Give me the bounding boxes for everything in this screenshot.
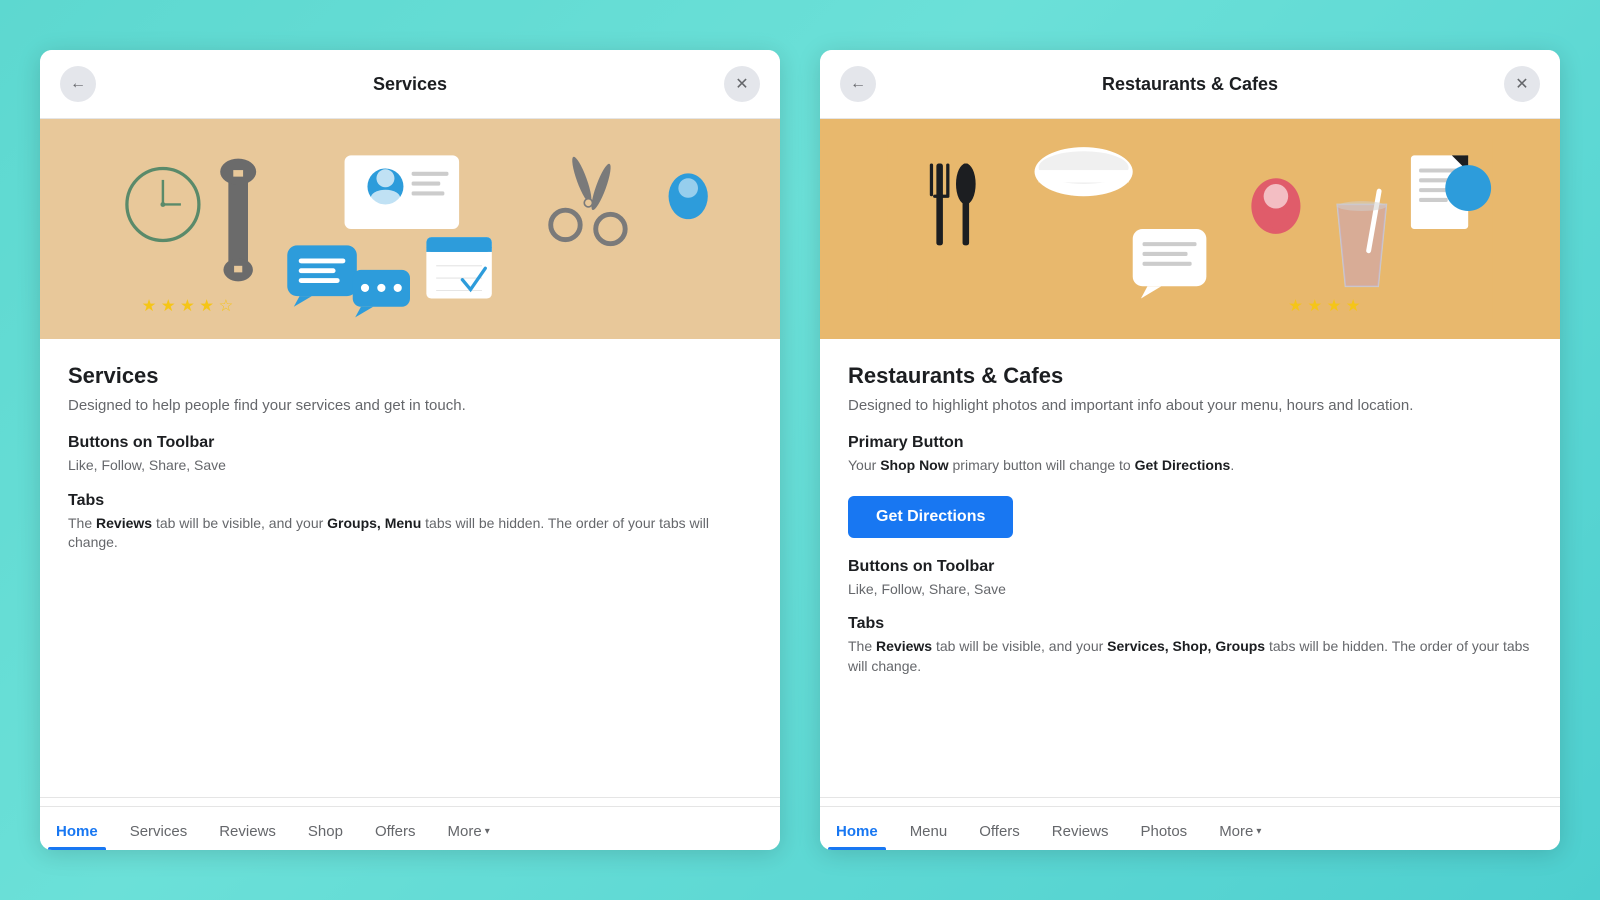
card1-header: ← Services ✕ xyxy=(40,50,780,119)
card1-buttons-title: Buttons on Toolbar xyxy=(68,434,752,452)
tab2-more[interactable]: More ▾ xyxy=(1203,811,1277,850)
tab-more-label: More xyxy=(448,823,482,840)
tab-more[interactable]: More ▾ xyxy=(432,811,506,850)
back-icon: ← xyxy=(70,75,86,93)
card2-tabs-desc: The Reviews tab will be visible, and you… xyxy=(848,637,1532,676)
card1-main-desc: Designed to help people find your servic… xyxy=(68,395,752,416)
tab2-home[interactable]: Home xyxy=(820,811,894,850)
card2-primary-btn-desc: Your Shop Now primary button will change… xyxy=(848,456,1532,476)
card2-buttons-title: Buttons on Toolbar xyxy=(848,558,1532,576)
restaurants-card: ← Restaurants & Cafes ✕ xyxy=(820,50,1560,850)
card2-main-title: Restaurants & Cafes xyxy=(848,363,1532,389)
card2-main-desc: Designed to highlight photos and importa… xyxy=(848,395,1532,416)
card2-back-button[interactable]: ← xyxy=(840,66,876,102)
chevron-down-icon: ▾ xyxy=(485,826,490,837)
tab2-reviews[interactable]: Reviews xyxy=(1036,811,1125,850)
card2-tabs-container: Home Menu Offers Reviews Photos More ▾ xyxy=(820,806,1560,850)
tab-shop[interactable]: Shop xyxy=(292,811,359,850)
card1-main-title: Services xyxy=(68,363,752,389)
card1-tabs-container: Home Services Reviews Shop Offers More ▾ xyxy=(40,806,780,850)
card1-back-button[interactable]: ← xyxy=(60,66,96,102)
close-icon: ✕ xyxy=(1515,74,1528,94)
card1-title: Services xyxy=(373,74,447,95)
card1-tabs-desc: The Reviews tab will be visible, and you… xyxy=(68,514,752,553)
tab-offers[interactable]: Offers xyxy=(359,811,432,850)
chevron-down-icon: ▾ xyxy=(1256,826,1261,837)
card2-title: Restaurants & Cafes xyxy=(1102,74,1278,95)
card2-buttons-desc: Like, Follow, Share, Save xyxy=(848,580,1532,600)
card1-body: Services Designed to help people find yo… xyxy=(40,339,780,797)
card2-body: Restaurants & Cafes Designed to highligh… xyxy=(820,339,1560,797)
card1-buttons-desc: Like, Follow, Share, Save xyxy=(68,456,752,476)
tab2-offers[interactable]: Offers xyxy=(963,811,1036,850)
back-icon: ← xyxy=(850,75,866,93)
card2-tabs-title: Tabs xyxy=(848,615,1532,633)
services-card: ← Services ✕ xyxy=(40,50,780,850)
card2-hero: ★ ★ ★ ★ xyxy=(820,119,1560,339)
card1-tab-bar: Home Services Reviews Shop Offers More ▾ xyxy=(40,797,780,850)
tab2-menu[interactable]: Menu xyxy=(894,811,964,850)
card1-tabs-title: Tabs xyxy=(68,492,752,510)
svg-text:★ ★ ★ ★: ★ ★ ★ ★ xyxy=(1288,297,1360,315)
tab-reviews[interactable]: Reviews xyxy=(203,811,292,850)
svg-text:★ ★ ★ ★ ☆: ★ ★ ★ ★ ☆ xyxy=(142,297,234,315)
close-icon: ✕ xyxy=(735,74,748,94)
card1-hero: ★ ★ ★ ★ ☆ xyxy=(40,119,780,339)
get-directions-button[interactable]: Get Directions xyxy=(848,496,1013,538)
card2-primary-btn-title: Primary Button xyxy=(848,434,1532,452)
card2-close-button[interactable]: ✕ xyxy=(1504,66,1540,102)
card1-close-button[interactable]: ✕ xyxy=(724,66,760,102)
tab-home[interactable]: Home xyxy=(40,811,114,850)
tab2-more-label: More xyxy=(1219,823,1253,840)
tab2-photos[interactable]: Photos xyxy=(1124,811,1203,850)
tab-services[interactable]: Services xyxy=(114,811,204,850)
card2-tab-bar: Home Menu Offers Reviews Photos More ▾ xyxy=(820,797,1560,850)
card2-header: ← Restaurants & Cafes ✕ xyxy=(820,50,1560,119)
